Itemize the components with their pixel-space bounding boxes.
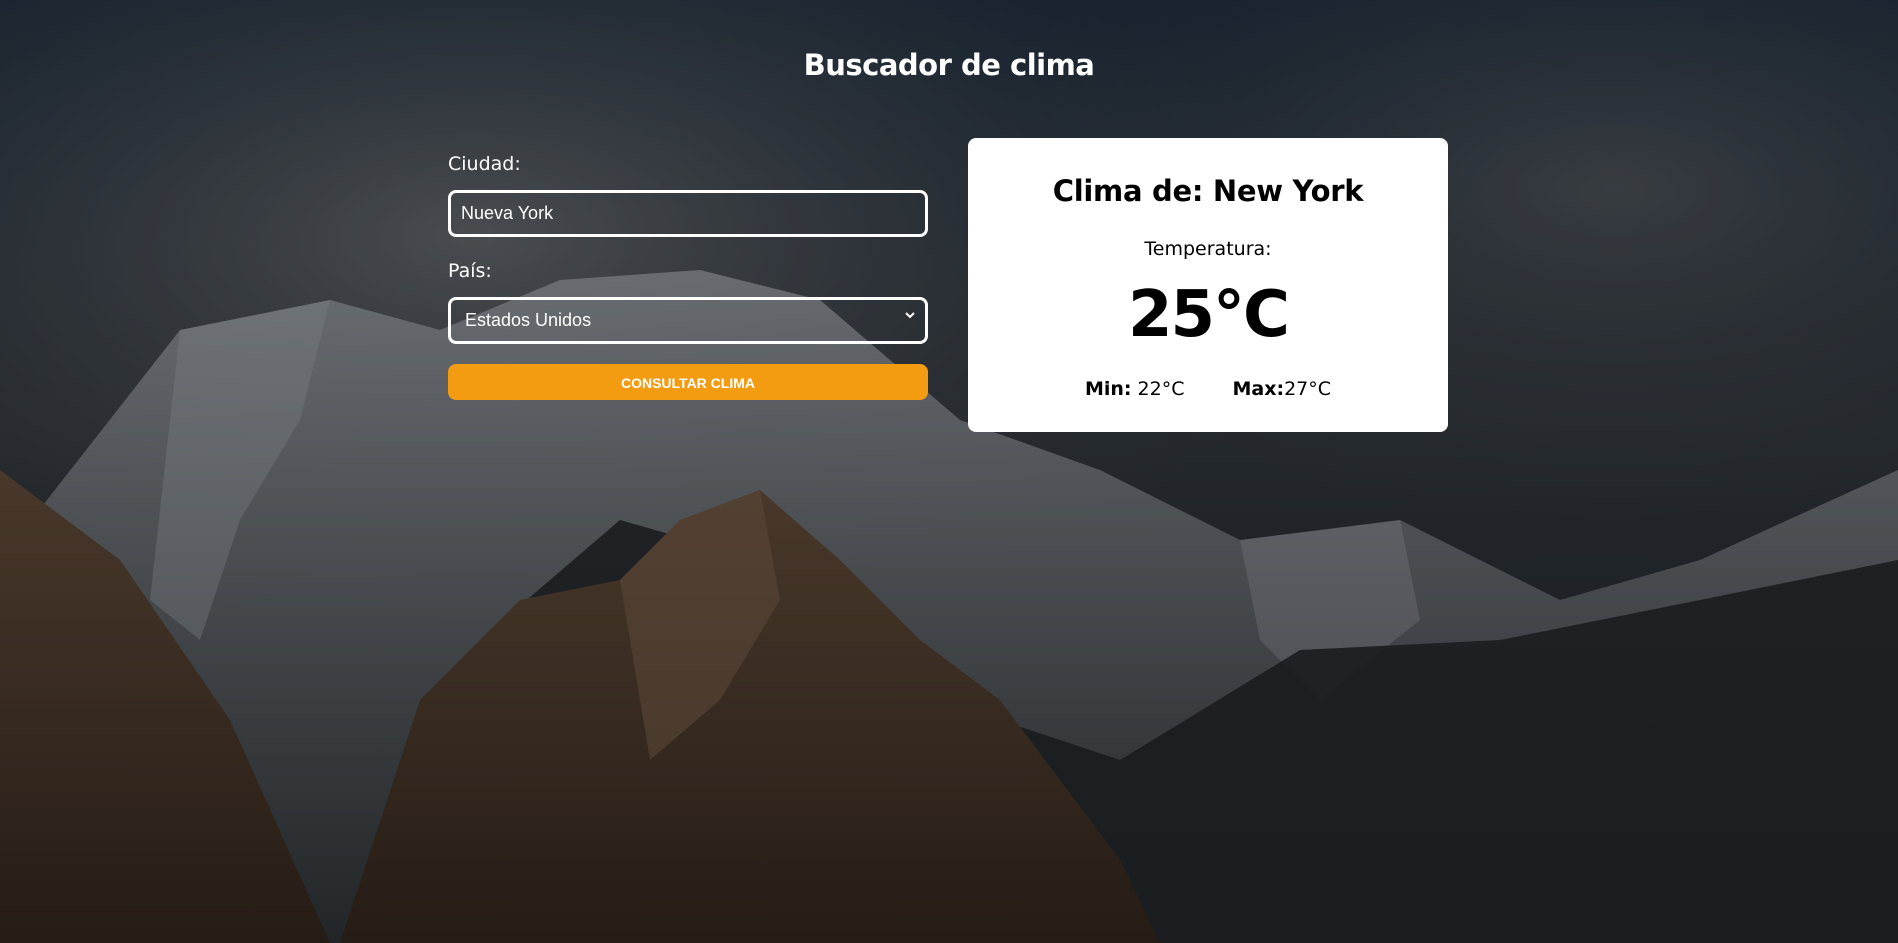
city-label: Ciudad: <box>448 153 521 175</box>
max-value: 27°C <box>1284 378 1332 400</box>
background-mountain-image <box>0 0 1898 943</box>
max-temperature: Max:27°C <box>1233 378 1332 400</box>
chevron-down-icon <box>905 312 915 319</box>
page-title: Buscador de clima <box>803 48 1095 82</box>
min-temperature: Min: 22°C <box>1085 378 1185 400</box>
temperature-label: Temperatura: <box>1144 238 1272 260</box>
min-value: 22°C <box>1137 378 1185 400</box>
country-select-value: Estados Unidos <box>465 310 592 330</box>
result-heading: Clima de: New York <box>1052 174 1364 208</box>
temperature-value: 25°C <box>1127 278 1290 352</box>
country-label: País: <box>448 260 492 282</box>
min-max-row: Min: 22°C Max:27°C <box>968 378 1448 400</box>
max-label: Max: <box>1232 378 1285 400</box>
weather-search-form: Ciudad: País: Estados Unidos Consultar c… <box>448 152 928 400</box>
country-select[interactable]: Estados Unidos <box>448 297 928 344</box>
city-input[interactable] <box>448 190 928 237</box>
consult-weather-button[interactable]: Consultar clima <box>448 364 928 400</box>
min-label: Min: <box>1084 378 1132 400</box>
weather-result-card: Clima de: New York Temperatura: 25°C Min… <box>968 138 1448 432</box>
